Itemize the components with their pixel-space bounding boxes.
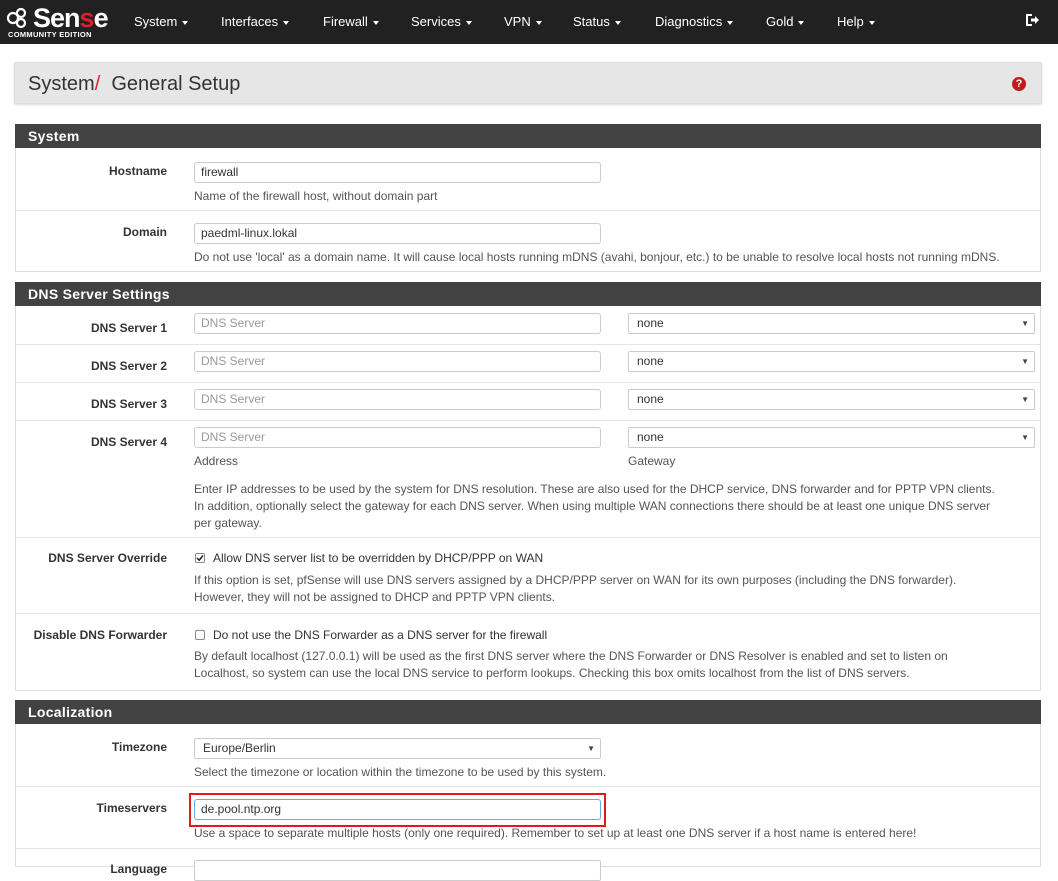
- row-divider: [16, 382, 1040, 383]
- breadcrumb-separator: /: [94, 73, 101, 95]
- timeservers-label: Timeservers: [96, 801, 168, 815]
- nav-status[interactable]: Status: [573, 12, 621, 32]
- address-caption: Address: [194, 454, 239, 468]
- row-divider: [16, 613, 1040, 614]
- nav-diagnostics[interactable]: Diagnostics: [655, 12, 734, 32]
- hostname-help: Name of the firewall host, without domai…: [194, 189, 438, 203]
- dns-server-2-gateway-select[interactable]: none ▼: [628, 351, 1035, 372]
- dns-server-1-label: DNS Server 1: [90, 321, 167, 335]
- top-navbar: Sense COMMUNITY EDITION System Interface…: [0, 0, 1058, 44]
- domain-input[interactable]: paedml-linux.lokal: [194, 223, 601, 244]
- dns-server-2-label: DNS Server 2: [90, 359, 167, 373]
- row-divider: [16, 848, 1040, 849]
- dns-server-3-input[interactable]: DNS Server: [194, 389, 601, 410]
- nav-gold[interactable]: Gold: [766, 12, 805, 32]
- disable-dns-forwarder-checkbox[interactable]: [195, 630, 205, 640]
- breadcrumb-parent[interactable]: System: [28, 73, 95, 95]
- hostname-label: Hostname: [108, 164, 167, 178]
- nav-firewall[interactable]: Firewall: [323, 12, 379, 32]
- dns-server-2-input[interactable]: DNS Server: [194, 351, 601, 372]
- row-divider: [16, 786, 1040, 787]
- dns-forwarder-help-2: Localhost, so system can use the local D…: [194, 666, 910, 680]
- row-divider: [16, 420, 1040, 421]
- panel-title-localization: Localization: [15, 700, 1041, 724]
- chevron-down-icon: [614, 20, 621, 25]
- panel-title-dns: DNS Server Settings: [15, 282, 1041, 306]
- panel-title-system: System: [15, 124, 1041, 148]
- chevron-down-icon: [372, 20, 379, 25]
- dropdown-arrow-icon: ▼: [1021, 433, 1029, 442]
- chevron-down-icon: [798, 20, 805, 25]
- chevron-down-icon: [283, 20, 290, 25]
- row-divider: [16, 537, 1040, 538]
- nav-help[interactable]: Help: [837, 12, 875, 32]
- breadcrumb: System/ General Setup: [28, 73, 240, 95]
- dns-server-4-input[interactable]: DNS Server: [194, 427, 601, 448]
- domain-help: Do not use 'local' as a domain name. It …: [194, 250, 1000, 264]
- nav-interfaces[interactable]: Interfaces: [221, 12, 290, 32]
- dns-override-checkbox-label[interactable]: Allow DNS server list to be overridden b…: [213, 551, 543, 565]
- dns-forwarder-help-1: By default localhost (127.0.0.1) will be…: [194, 649, 948, 663]
- nav-vpn[interactable]: VPN: [504, 12, 542, 32]
- checkmark-icon: [196, 555, 204, 562]
- nav-services[interactable]: Services: [411, 12, 472, 32]
- dns-server-4-gateway-select[interactable]: none ▼: [628, 427, 1035, 448]
- dns-override-label: DNS Server Override: [48, 551, 167, 565]
- dns-help-line-2: In addition, optionally select the gatew…: [194, 499, 990, 513]
- dns-server-3-label: DNS Server 3: [90, 397, 167, 411]
- timezone-select[interactable]: Europe/Berlin ▼: [194, 738, 601, 759]
- dns-server-1-input[interactable]: DNS Server: [194, 313, 601, 334]
- chevron-down-icon: [535, 20, 542, 25]
- logo-wordmark: Sense: [33, 3, 109, 33]
- dns-override-checkbox[interactable]: [195, 553, 205, 563]
- dropdown-arrow-icon: ▼: [1021, 395, 1029, 404]
- chevron-down-icon: [868, 20, 875, 25]
- chevron-down-icon: [182, 20, 189, 25]
- language-select[interactable]: [194, 860, 601, 881]
- pfsense-logo[interactable]: Sense COMMUNITY EDITION: [6, 3, 109, 41]
- hostname-input[interactable]: firewall: [194, 162, 601, 183]
- dropdown-arrow-icon: ▼: [1021, 357, 1029, 366]
- chevron-down-icon: [465, 20, 472, 25]
- dns-help-line-3: per gateway.: [194, 516, 262, 530]
- dns-server-3-gateway-select[interactable]: none ▼: [628, 389, 1035, 410]
- dns-help-line-1: Enter IP addresses to be used by the sys…: [194, 482, 995, 496]
- row-divider: [16, 344, 1040, 345]
- dns-override-help-2: However, they will not be assigned to DH…: [194, 590, 556, 604]
- timezone-label: Timezone: [111, 740, 167, 754]
- nav-system[interactable]: System: [134, 12, 189, 32]
- help-icon[interactable]: ?: [1012, 77, 1026, 91]
- logo-subtitle: COMMUNITY EDITION: [8, 30, 92, 39]
- disable-dns-forwarder-label: Disable DNS Forwarder: [33, 628, 167, 642]
- dropdown-arrow-icon: ▼: [587, 744, 595, 753]
- timeservers-help: Use a space to separate multiple hosts (…: [194, 826, 917, 840]
- dns-server-1-gateway-select[interactable]: none ▼: [628, 313, 1035, 334]
- dropdown-arrow-icon: ▼: [1021, 319, 1029, 328]
- language-label: Language: [110, 862, 167, 876]
- gateway-caption: Gateway: [628, 454, 676, 468]
- page-title: General Setup: [111, 73, 241, 95]
- logout-icon[interactable]: [1024, 12, 1040, 28]
- dns-server-4-label: DNS Server 4: [90, 435, 167, 449]
- pfsense-logo-icon: [6, 7, 27, 29]
- dns-override-help-1: If this option is set, pfSense will use …: [194, 573, 957, 587]
- domain-label: Domain: [122, 225, 167, 239]
- disable-dns-forwarder-checkbox-label[interactable]: Do not use the DNS Forwarder as a DNS se…: [213, 628, 547, 642]
- timeservers-highlight-box: [189, 793, 606, 827]
- timezone-help: Select the timezone or location within t…: [194, 765, 607, 779]
- chevron-down-icon: [727, 20, 734, 25]
- row-divider: [16, 210, 1040, 211]
